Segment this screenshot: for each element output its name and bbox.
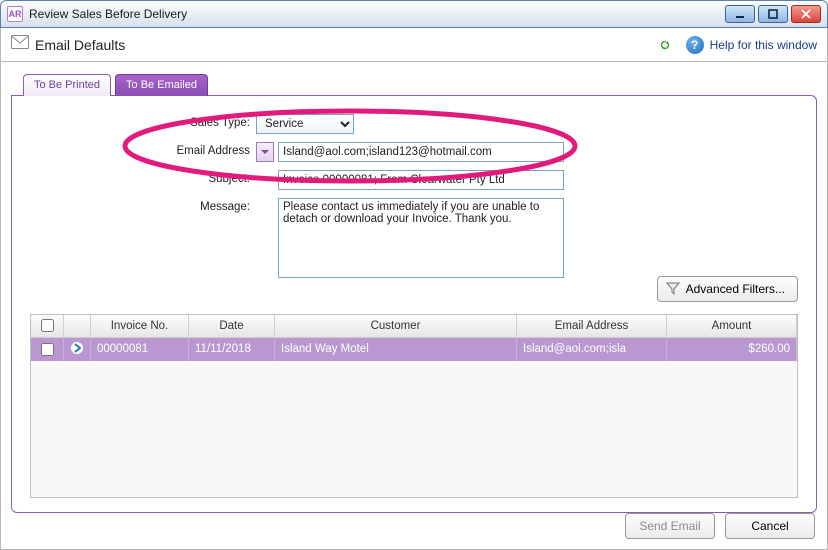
header-invoice[interactable]: Invoice No. bbox=[91, 315, 189, 337]
tab-to-be-printed[interactable]: To Be Printed bbox=[23, 74, 111, 96]
footer-buttons: Send Email Cancel bbox=[625, 513, 815, 539]
section-title: Email Defaults bbox=[35, 37, 125, 53]
send-email-button[interactable]: Send Email bbox=[625, 513, 715, 539]
window-title: Review Sales Before Delivery bbox=[29, 7, 187, 21]
subheader: Email Defaults ? Help for this window bbox=[0, 28, 828, 62]
header-amount[interactable]: Amount bbox=[667, 315, 797, 337]
cell-email: Island@aol.com;isla bbox=[517, 337, 667, 361]
funnel-icon bbox=[666, 281, 680, 298]
maximize-button[interactable] bbox=[758, 5, 788, 23]
help-link[interactable]: ? Help for this window bbox=[686, 36, 817, 54]
sales-type-label: Sales Type: bbox=[160, 114, 250, 129]
header-arrow bbox=[64, 315, 91, 337]
message-label: Message: bbox=[160, 198, 250, 213]
help-icon: ? bbox=[686, 36, 704, 54]
header-date[interactable]: Date bbox=[189, 315, 275, 337]
row-open-icon[interactable] bbox=[64, 337, 91, 361]
tabs: To Be Printed To Be Emailed bbox=[23, 74, 817, 96]
email-dropdown-button[interactable] bbox=[256, 142, 274, 162]
invoice-table: Invoice No. Date Customer Email Address … bbox=[30, 314, 798, 498]
message-textarea[interactable] bbox=[278, 198, 564, 278]
close-button[interactable] bbox=[791, 5, 821, 23]
cancel-button[interactable]: Cancel bbox=[725, 513, 815, 539]
email-address-input[interactable] bbox=[278, 142, 564, 162]
minimize-button[interactable] bbox=[725, 5, 755, 23]
app-icon: AR bbox=[7, 6, 23, 22]
refresh-button[interactable] bbox=[654, 34, 676, 56]
titlebar: AR Review Sales Before Delivery bbox=[0, 0, 828, 28]
mail-icon bbox=[11, 35, 29, 54]
help-label: Help for this window bbox=[710, 38, 817, 52]
tab-to-be-emailed[interactable]: To Be Emailed bbox=[115, 74, 208, 96]
email-address-label: Email Address bbox=[160, 142, 250, 157]
advanced-filters-button[interactable]: Advanced Filters... bbox=[657, 276, 798, 302]
subject-label: Subject: bbox=[160, 170, 250, 185]
cell-customer: Island Way Motel bbox=[275, 337, 517, 361]
cell-amount: $260.00 bbox=[667, 337, 797, 361]
client-area: To Be Printed To Be Emailed Sales Type: … bbox=[0, 62, 828, 550]
cell-date: 11/11/2018 bbox=[189, 337, 275, 361]
sales-type-select[interactable]: Service bbox=[256, 114, 354, 134]
header-email[interactable]: Email Address bbox=[517, 315, 667, 337]
panel-to-be-emailed: Sales Type: Service Email Address Subjec… bbox=[11, 95, 817, 513]
table-row[interactable]: 00000081 11/11/2018 Island Way Motel Isl… bbox=[31, 337, 797, 361]
advanced-filters-label: Advanced Filters... bbox=[686, 282, 785, 296]
header-customer[interactable]: Customer bbox=[275, 315, 517, 337]
header-checkbox[interactable] bbox=[31, 315, 64, 337]
cell-invoice: 00000081 bbox=[91, 337, 189, 361]
subject-input[interactable] bbox=[278, 170, 564, 190]
row-checkbox[interactable] bbox=[31, 337, 64, 361]
